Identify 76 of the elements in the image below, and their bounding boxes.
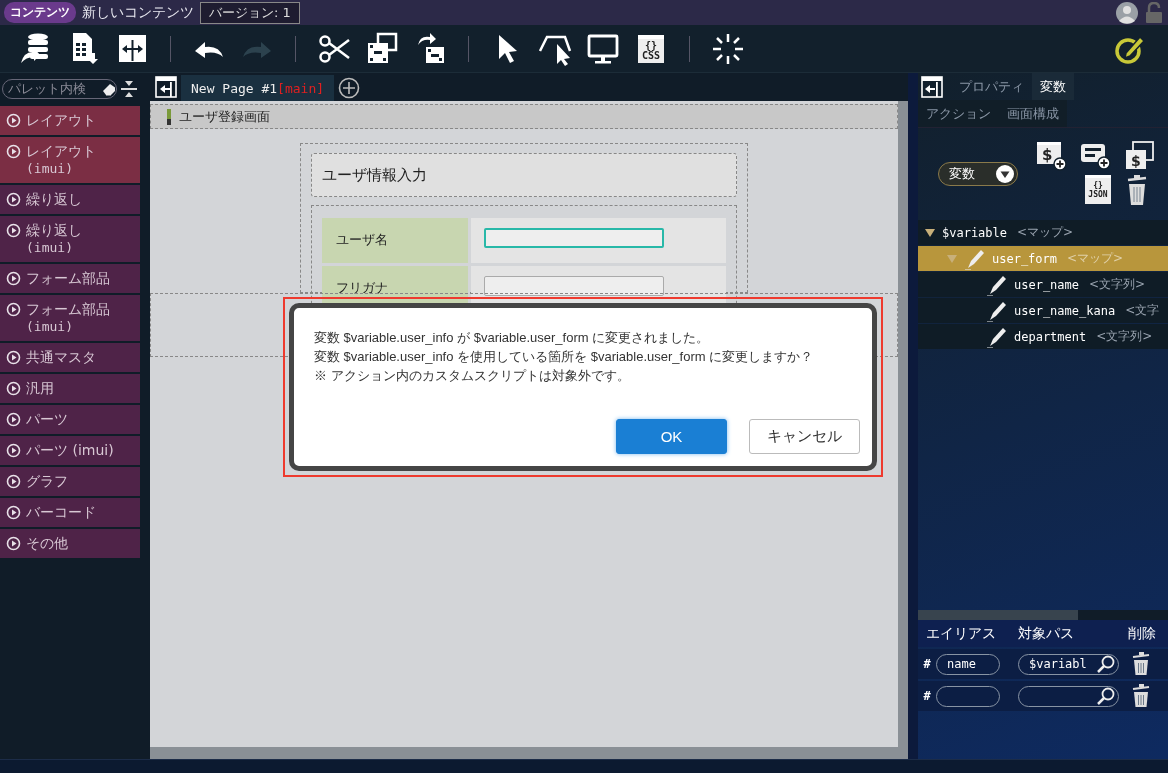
field-label: ユーザ名 [322, 218, 468, 263]
panel-tab[interactable]: プロパティ [951, 73, 1032, 100]
search-icon[interactable] [1096, 655, 1116, 673]
content-title: 新しいコンテンツ [82, 3, 194, 22]
play-icon [6, 536, 21, 551]
palette-category[interactable]: フォーム部品 (imui) [0, 295, 140, 341]
column-header: 対象パス [1017, 624, 1075, 643]
input-field[interactable] [484, 276, 664, 296]
palette-category[interactable]: バーコード [0, 498, 140, 527]
hash-label: # [922, 657, 932, 671]
collapse-panel-icon[interactable] [921, 75, 943, 98]
lock-icon[interactable] [1144, 1, 1164, 24]
collapse-panel-icon[interactable] [155, 76, 177, 98]
dialog-message: 変数 $variable.user_info が $variable.user_form に変更されました。 [314, 329, 711, 347]
play-icon [6, 113, 21, 128]
play-icon [6, 223, 21, 238]
pencil-icon [986, 273, 1008, 296]
page-title: ユーザ登録画面 [179, 107, 270, 126]
column-header: 削除 [1128, 624, 1157, 643]
ok-button[interactable]: OK [616, 419, 727, 454]
variable-type-dropdown[interactable]: 変数 [938, 162, 1018, 186]
play-icon [6, 192, 21, 207]
pencil-icon [964, 247, 986, 270]
tree-item[interactable]: department <文字列> [918, 324, 1168, 349]
add-field-icon[interactable] [1080, 141, 1112, 171]
avatar-icon[interactable] [1116, 1, 1138, 24]
form-panel-title: ユーザ情報入力 [311, 153, 737, 197]
dialog-message: 変数 $variable.user_info を使用している箇所を $variable.user_form に変更しますか？ [314, 348, 815, 366]
tree-item[interactable]: user_name_kana <文字 [918, 298, 1168, 323]
hash-label: # [922, 689, 932, 703]
add-tab-icon[interactable] [338, 77, 361, 99]
delete-icon[interactable] [1131, 652, 1151, 676]
page-tab[interactable]: New Page #1[main] [181, 75, 335, 101]
play-icon [6, 350, 21, 365]
palette-category[interactable]: 汎用 [0, 374, 140, 403]
palette-category[interactable]: 共通マスタ [0, 343, 140, 372]
eraser-icon[interactable] [101, 81, 115, 96]
collapse-all-icon[interactable] [120, 79, 138, 98]
play-icon [6, 412, 21, 427]
input-field[interactable] [484, 228, 664, 248]
play-icon [6, 381, 21, 396]
content-badge: コンテンツ [4, 2, 76, 23]
dialog-message: ※ アクション内のカスタムスクリプトは対象外です。 [314, 367, 631, 385]
delete-icon[interactable] [1131, 684, 1151, 708]
json-import-icon[interactable]: {} JSON [1085, 175, 1111, 204]
tree-item[interactable]: $variable <マップ> [918, 220, 1168, 245]
play-icon [6, 144, 21, 159]
pencil-icon [986, 325, 1008, 348]
play-icon [6, 505, 21, 520]
expand-arrow-icon[interactable] [924, 226, 936, 239]
horizontal-scrollbar[interactable] [918, 610, 1168, 620]
cancel-button[interactable]: キャンセル [749, 419, 860, 454]
panel-tab[interactable]: 変数 [1032, 73, 1074, 100]
palette-category[interactable]: パーツ (imui) [0, 436, 140, 465]
palette-category[interactable]: フォーム部品 [0, 264, 140, 293]
palette-category[interactable]: その他 [0, 529, 140, 558]
vertical-scrollbar[interactable] [898, 101, 908, 747]
search-icon[interactable] [1096, 687, 1116, 705]
play-icon [6, 443, 21, 458]
title-marker [167, 108, 171, 125]
palette-category[interactable]: グラフ [0, 467, 140, 496]
horizontal-scrollbar[interactable] [150, 747, 908, 759]
tree-item[interactable]: user_name <文字列> [918, 272, 1168, 297]
palette-category[interactable]: 繰り返し [0, 185, 140, 214]
column-header: エイリアス [925, 624, 997, 643]
play-icon [6, 474, 21, 489]
panel-tab[interactable]: 画面構成 [999, 100, 1067, 127]
palette-category[interactable]: 繰り返し (imui) [0, 216, 140, 262]
palette-category[interactable]: パーツ [0, 405, 140, 434]
palette-category[interactable]: レイアウト [0, 106, 140, 135]
pencil-icon [986, 299, 1008, 322]
play-icon [6, 302, 21, 317]
panel-tab[interactable]: アクション [918, 100, 999, 127]
version-label: バージョン: 1 [200, 1, 300, 24]
palette-category[interactable]: レイアウト (imui) [0, 137, 140, 183]
play-icon [6, 271, 21, 286]
